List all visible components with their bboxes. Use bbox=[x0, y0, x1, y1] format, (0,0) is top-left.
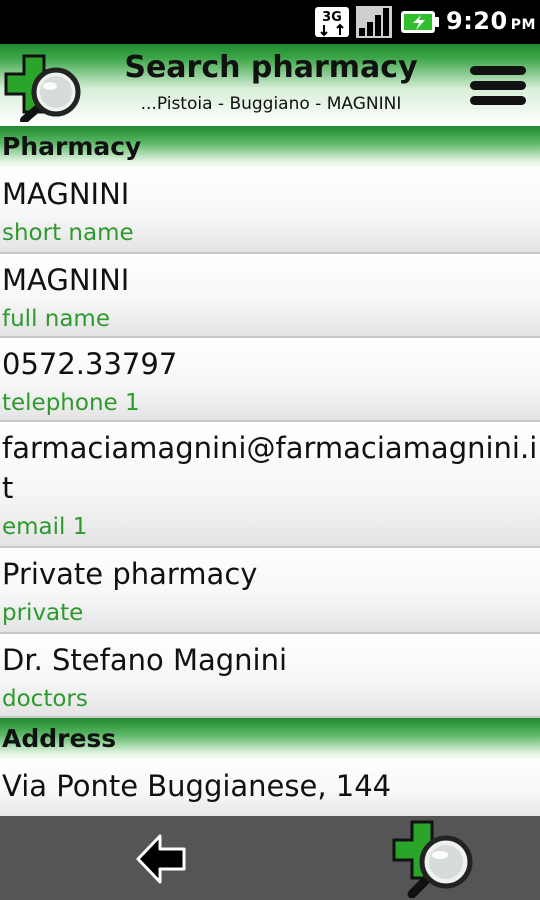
section-header-address: Address bbox=[0, 718, 540, 760]
app-header: Search pharmacy ...Pistoia - Buggiano - … bbox=[0, 44, 540, 126]
field-row-private[interactable]: Private pharmacy private bbox=[0, 548, 540, 634]
field-label: short name bbox=[2, 220, 134, 246]
field-label: full name bbox=[2, 306, 110, 332]
back-arrow-icon[interactable] bbox=[130, 832, 190, 886]
field-value: Dr. Stefano Magnini bbox=[2, 643, 288, 677]
field-row-short-name[interactable]: MAGNINI short name bbox=[0, 168, 540, 254]
field-row-full-name[interactable]: MAGNINI full name bbox=[0, 254, 540, 338]
field-row-email[interactable]: farmaciamagnini@farmaciamagnini.it email… bbox=[0, 422, 540, 548]
svg-text:3G: 3G bbox=[322, 10, 342, 25]
field-row-address[interactable]: Via Ponte Buggianese, 144 bbox=[0, 760, 540, 816]
field-value: MAGNINI bbox=[2, 263, 130, 297]
hamburger-menu-icon[interactable] bbox=[468, 64, 528, 108]
field-value: MAGNINI bbox=[2, 177, 130, 211]
clock: 9:20 PM bbox=[446, 7, 536, 35]
section-header-pharmacy: Pharmacy bbox=[0, 126, 540, 168]
signal-strength-icon bbox=[356, 6, 392, 38]
breadcrumb: ...Pistoia - Buggiano - MAGNINI bbox=[140, 94, 402, 114]
field-label: email 1 bbox=[2, 514, 88, 540]
field-label: private bbox=[2, 600, 84, 626]
page-title: Search pharmacy bbox=[124, 50, 418, 85]
pharmacy-search-icon[interactable] bbox=[390, 818, 474, 898]
field-label: doctors bbox=[2, 686, 88, 712]
field-row-telephone[interactable]: 0572.33797 telephone 1 bbox=[0, 338, 540, 422]
field-value: farmaciamagnini@farmaciamagnini.it bbox=[2, 431, 538, 505]
details-list[interactable]: Pharmacy MAGNINI short name MAGNINI full… bbox=[0, 126, 540, 816]
pharmacy-cross-magnifier-icon[interactable] bbox=[2, 52, 84, 122]
battery-charging-icon bbox=[401, 11, 439, 33]
status-bar: 3G 9:20 PM bbox=[0, 0, 540, 44]
field-value: 0572.33797 bbox=[2, 347, 178, 381]
field-value: Private pharmacy bbox=[2, 557, 258, 591]
section-title: Address bbox=[2, 724, 117, 753]
field-row-doctors[interactable]: Dr. Stefano Magnini doctors bbox=[0, 634, 540, 718]
field-value: Via Ponte Buggianese, 144 bbox=[2, 769, 392, 803]
field-label: telephone 1 bbox=[2, 390, 140, 416]
section-title: Pharmacy bbox=[2, 132, 142, 161]
network-3g-icon: 3G bbox=[315, 7, 349, 37]
